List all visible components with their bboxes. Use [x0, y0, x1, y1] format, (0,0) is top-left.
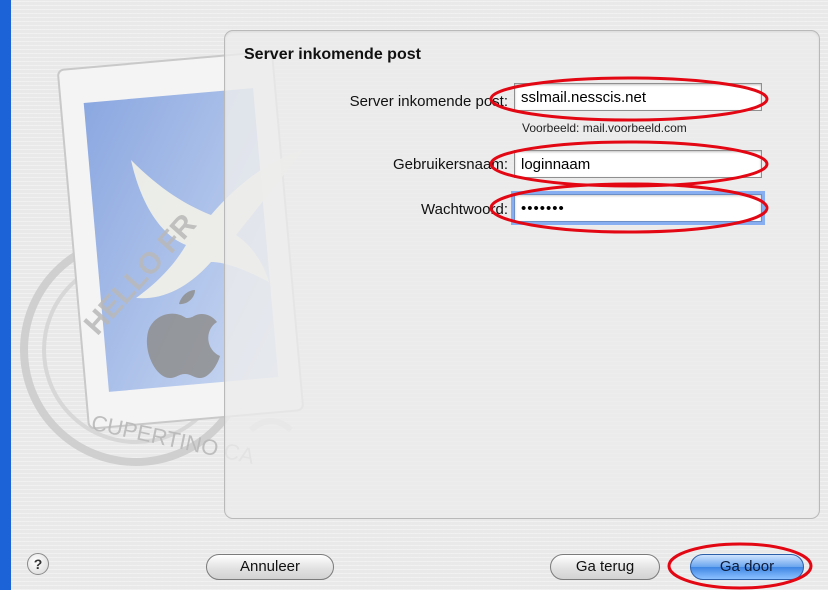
cancel-button[interactable]: Annuleer: [206, 554, 334, 580]
server-hint: Voorbeeld: mail.voorbeeld.com: [522, 121, 687, 135]
username-label: Gebruikersnaam:: [392, 156, 508, 173]
setup-panel: Server inkomende post Server inkomende p…: [224, 30, 820, 519]
setup-window: HELLO FR CUPERTINO CA Server inkomende p…: [11, 0, 828, 590]
help-button[interactable]: ?: [27, 553, 49, 575]
server-label: Server inkomende post:: [349, 93, 508, 110]
back-button[interactable]: Ga terug: [550, 554, 660, 580]
password-label: Wachtwoord:: [421, 201, 508, 218]
server-field[interactable]: sslmail.nesscis.net: [514, 83, 762, 111]
username-field[interactable]: loginnaam: [514, 150, 762, 178]
continue-button[interactable]: Ga door: [690, 554, 804, 580]
password-field[interactable]: •••••••: [514, 194, 762, 222]
panel-title: Server inkomende post: [244, 46, 421, 63]
